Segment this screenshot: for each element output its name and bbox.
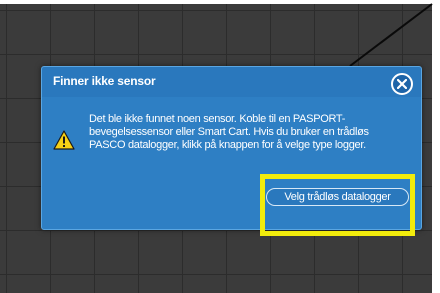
close-button[interactable] [391,73,413,95]
graph-area: Finner ikke sensor Det ble ikke funnet n… [0,0,440,293]
right-border [432,0,440,293]
select-wireless-datalogger-button[interactable]: Velg trådløs datalogger [266,188,409,206]
sensor-not-found-dialog: Finner ikke sensor Det ble ikke funnet n… [41,66,422,230]
warning-icon [53,130,75,150]
dialog-title: Finner ikke sensor [53,74,156,88]
close-icon [397,79,407,89]
dialog-header: Finner ikke sensor [42,67,421,97]
top-border [0,0,440,4]
dialog-message: Det ble ikke funnet noen sensor. Koble t… [89,113,369,151]
